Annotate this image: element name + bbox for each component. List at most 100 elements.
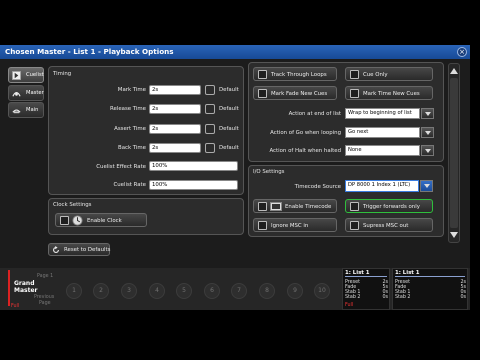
ignore-msc-in-checkbox [258,221,267,230]
cue-row: Stab 2 0s [345,295,388,300]
halt-select[interactable]: None [345,145,420,156]
scroll-up-icon[interactable] [450,68,458,74]
enable-timecode-toggle[interactable]: Enable Timecode [253,199,337,213]
back-time-input[interactable]: 2s [149,143,201,153]
main-icon [12,109,21,114]
fader-2[interactable]: 2 [93,283,109,299]
mark-time-new-cues-label: Mark Time New Cues [363,91,420,97]
cuelist-effect-rate-label: Cuelist Effect Rate [96,164,146,170]
mark-time-default-label: Default [219,87,239,93]
fader-8[interactable]: 8 [259,283,275,299]
assert-time-default-checkbox[interactable] [205,124,215,134]
io-settings-title: I/O Settings [253,169,285,175]
fader-1[interactable]: 1 [66,283,82,299]
release-time-default-label: Default [219,106,239,112]
cuelist-effect-rate-input[interactable]: 100% [149,161,238,171]
supress-msc-out-toggle[interactable]: Supress MSC out [345,218,433,232]
reset-label: Reset to Defaults [64,247,111,253]
sidebar-item-label: Master [26,90,44,96]
sidebar-item-label: Main [26,107,39,113]
grand-master-label-2: Master [14,287,38,294]
go-looping-dropdown-icon[interactable] [421,127,434,138]
close-icon[interactable]: × [457,47,467,57]
reset-to-defaults-button[interactable]: Reset to Defaults [48,243,110,256]
back-time-label: Back Time [118,145,146,151]
ignore-msc-in-label: Ignore MSC in [271,223,309,229]
sidebar-item-label: Cuelist [26,72,44,78]
release-time-input[interactable]: 2s [149,104,201,114]
mark-time-label: Mark Time [117,87,146,93]
assert-time-label: Assert Time [114,126,146,132]
mark-time-default-checkbox[interactable] [205,85,215,95]
cue-display-divider [395,276,465,277]
enable-clock-toggle[interactable]: Enable Clock [55,213,147,227]
mark-fade-new-cues-checkbox [258,89,267,98]
cuelist-icon [12,71,21,80]
release-time-default-checkbox[interactable] [205,104,215,114]
fader-9[interactable]: 9 [287,283,303,299]
cue-display-2[interactable]: 1: List 1 Preset 2s Fade 5s Stab 1 0s Stab … [392,268,468,310]
track-through-loops-label: Track Through Loops [271,72,327,78]
cuelist-rate-input[interactable]: 100% [149,180,238,190]
timecode-source-label: Timecode Source [294,184,341,190]
reset-icon [53,246,59,253]
end-of-list-label: Action at end of list [288,111,341,117]
sidebar-item-master[interactable]: Master [8,85,44,101]
fader-4[interactable]: 4 [149,283,165,299]
title-bar[interactable]: Chosen Master - List 1 - Playback Option… [0,45,470,59]
end-of-list-dropdown-icon[interactable] [421,108,434,119]
fader-7[interactable]: 7 [231,283,247,299]
release-time-label: Release Time [110,106,146,112]
back-time-default-checkbox[interactable] [205,143,215,153]
grand-master-value: Full [11,304,20,309]
timecode-source-select[interactable]: DP 8000 1 Index 1 (LTC) [345,180,419,192]
cue-only-checkbox [350,70,359,79]
back-time-default-label: Default [219,145,239,151]
sidebar-item-main[interactable]: Main [8,102,44,118]
assert-time-input[interactable]: 2s [149,124,201,134]
assert-time-default-label: Default [219,126,239,132]
sidebar-item-cuelist[interactable]: Cuelist [8,67,44,83]
track-through-loops-checkbox [258,70,267,79]
mark-time-new-cues-checkbox [350,89,359,98]
enable-timecode-label: Enable Timecode [285,204,332,210]
grand-master-label-1: Grand [14,280,35,287]
trigger-forwards-only-checkbox [350,202,359,211]
timing-title: Timing [53,71,72,77]
fader-10[interactable]: 10 [314,283,330,299]
enable-timecode-checkbox [258,202,267,211]
scroll-thumb[interactable] [450,78,458,228]
previous-page-label[interactable]: Previous [34,295,54,300]
mark-time-input[interactable]: 2s [149,85,201,95]
fader-5[interactable]: 5 [176,283,192,299]
trigger-forwards-only-toggle[interactable]: Trigger forwards only [345,199,433,213]
clock-settings-title: Clock Settings [53,202,92,208]
cuelist-rate-label: Cuelist Rate [113,182,147,188]
track-through-loops-toggle[interactable]: Track Through Loops [253,67,337,81]
go-looping-select[interactable]: Go next [345,127,420,138]
ignore-msc-in-toggle[interactable]: Ignore MSC in [253,218,337,232]
mark-time-new-cues-toggle[interactable]: Mark Time New Cues [345,86,433,100]
window-title: Chosen Master - List 1 - Playback Option… [5,47,174,56]
end-of-list-select[interactable]: Wrap to beginning of list [345,108,420,119]
cue-only-toggle[interactable]: Cue Only [345,67,433,81]
halt-dropdown-icon[interactable] [421,145,434,156]
clock-icon [72,215,83,226]
scroll-down-icon[interactable] [450,232,458,238]
previous-page-label-2[interactable]: Page [39,301,51,306]
fader-6[interactable]: 6 [204,283,220,299]
mark-fade-new-cues-label: Mark Fade New Cues [271,91,328,97]
cue-only-label: Cue Only [363,72,388,78]
fader-3[interactable]: 3 [121,283,137,299]
cue-display-1[interactable]: 1: List 1 Preset 2s Fade 5s Stab 1 0s Stab … [342,268,390,310]
halt-label: Action of Halt when halted [269,148,341,154]
vertical-scrollbar[interactable] [448,63,460,243]
timecode-icon [270,202,282,211]
grand-master-indicator [8,270,10,306]
enable-clock-checkbox [60,216,69,225]
timecode-source-dropdown-icon[interactable] [420,180,433,192]
enable-clock-label: Enable Clock [87,218,122,224]
mark-fade-new-cues-toggle[interactable]: Mark Fade New Cues [253,86,337,100]
cue-level: Full [345,303,354,308]
cue-row: Stab 2 0s [395,295,466,300]
